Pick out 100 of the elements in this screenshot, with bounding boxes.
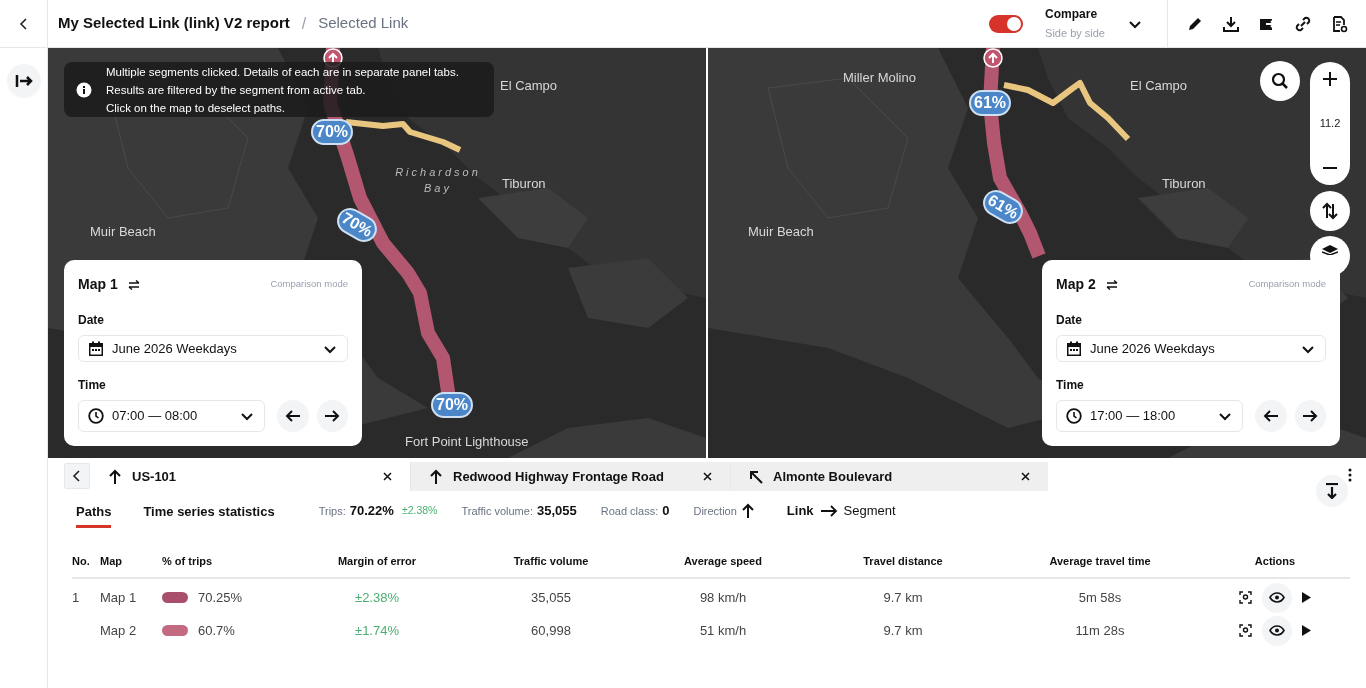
close-icon[interactable] — [383, 472, 392, 481]
swap-arrows-icon[interactable] — [1105, 279, 1118, 290]
breadcrumb-item[interactable]: Selected Link — [318, 12, 409, 35]
percentage-label: 70% — [431, 392, 473, 418]
stat-label: Direction — [693, 503, 737, 519]
compare-label: Compare — [1045, 6, 1099, 24]
table-cell-text: Map 2 — [100, 621, 138, 640]
calendar-icon — [1066, 340, 1082, 357]
stat-label: Road class: — [600, 503, 659, 519]
locate-on-map-icon[interactable] — [1239, 624, 1252, 637]
percentage-label: 70% — [311, 119, 353, 145]
arrow-up-icon — [429, 468, 443, 485]
arrow-right-icon — [819, 505, 838, 517]
collapse-down-icon — [1325, 483, 1339, 499]
map-view[interactable] — [48, 48, 706, 458]
table-cell-text: 51 km/h — [698, 621, 748, 640]
column-header: No. — [72, 553, 91, 569]
swap-arrows-icon[interactable] — [127, 279, 140, 290]
close-icon[interactable] — [1021, 472, 1030, 481]
place-label: Richardson Bay — [394, 165, 482, 196]
field-label: Date — [78, 312, 105, 329]
play-icon[interactable] — [1302, 625, 1311, 636]
segment-tab[interactable]: Almonte Boulevard — [730, 462, 1048, 491]
visibility-button[interactable] — [1262, 615, 1292, 646]
table-cell-text: 98 km/h — [698, 588, 748, 607]
column-header: % of trips — [162, 553, 214, 569]
panel-tab[interactable]: Paths — [76, 498, 112, 528]
map-title: Map 1 — [78, 275, 118, 294]
column-header: Actions — [1253, 553, 1297, 569]
next-time-button[interactable] — [1294, 400, 1326, 432]
download-icon[interactable] — [1222, 14, 1240, 33]
stat-value: 0 — [662, 502, 670, 521]
previous-time-button[interactable] — [277, 400, 309, 432]
link-icon[interactable] — [1294, 14, 1312, 33]
more-options-icon[interactable] — [1348, 468, 1352, 482]
collapse-panel-button[interactable] — [1316, 475, 1348, 507]
arrow-right-icon — [1302, 409, 1319, 423]
search-icon — [1271, 72, 1289, 90]
document-settings-icon[interactable] — [1330, 14, 1348, 33]
panel-tab[interactable]: Time series statistics — [143, 498, 275, 528]
visibility-button[interactable] — [1262, 582, 1292, 613]
table-cell-text: 9.7 km — [882, 621, 924, 640]
stat-margin: ±2.38% — [401, 503, 438, 519]
stat-label: Trips: — [318, 503, 346, 519]
place-label: Muir Beach — [748, 223, 814, 241]
arrow-up-icon — [108, 468, 122, 485]
stat-label: Traffic volume: — [461, 503, 533, 519]
segment-tab[interactable]: Redwood Highway Frontage Road — [410, 462, 730, 491]
breadcrumb-separator: / — [301, 13, 307, 34]
stat-value: 35,055 — [536, 502, 577, 521]
next-time-button[interactable] — [316, 400, 348, 432]
swap-vertical-icon — [1322, 202, 1338, 220]
place-label: El Campo — [500, 77, 558, 95]
arrow-left-icon — [284, 409, 301, 423]
column-header: Travel distance — [862, 553, 944, 569]
table-cell-text: 1 — [72, 588, 81, 607]
table-cell-text: ±2.38% — [354, 588, 400, 607]
arrow-right-icon — [324, 409, 341, 423]
table-cell-text: 60,998 — [530, 621, 572, 640]
calendar-icon — [88, 340, 104, 357]
arrow-left-icon — [1262, 409, 1279, 423]
table-cell-text: Map 1 — [100, 588, 138, 607]
time-dropdown[interactable]: 07:00 — 08:00 — [78, 400, 266, 432]
column-header: Traffic volume — [512, 553, 590, 569]
table-cell-text: 60.7% — [198, 621, 235, 640]
time-dropdown[interactable]: 17:00 — 18:00 — [1056, 400, 1244, 432]
percentage-label: 61% — [969, 90, 1011, 116]
eye-icon — [1269, 625, 1285, 636]
place-label: El Campo — [1130, 77, 1188, 95]
field-label: Time — [1056, 377, 1085, 394]
date-dropdown[interactable]: June 2026 Weekdays — [1056, 335, 1326, 362]
stat-value: 70.22% — [349, 502, 394, 521]
map-title: Map 2 — [1056, 275, 1096, 294]
compare-mode-text: Side by side — [1045, 26, 1105, 42]
tabs-back-button[interactable] — [64, 463, 90, 489]
route-start-marker — [983, 48, 1003, 68]
clock-icon — [1066, 408, 1082, 424]
close-icon[interactable] — [703, 472, 712, 481]
locate-on-map-icon[interactable] — [1239, 591, 1252, 604]
info-text: Click on the map to deselect paths. — [106, 100, 285, 116]
report-title: My Selected Link (link) V2 report — [58, 13, 290, 34]
compare-toggle[interactable] — [989, 14, 1024, 33]
field-label: Date — [1056, 312, 1083, 329]
zoom-in-button[interactable] — [1323, 72, 1337, 86]
clock-icon — [88, 408, 104, 424]
table-cell-text: 5m 58s — [1077, 588, 1123, 607]
previous-time-button[interactable] — [1255, 400, 1287, 432]
place-label: Tiburon — [1162, 175, 1206, 193]
place-label: Miller Molino — [843, 69, 916, 87]
expand-arrow-icon — [14, 74, 33, 88]
plus-icon — [1323, 72, 1337, 86]
zoom-level: 11.2 — [1319, 116, 1341, 132]
level-to-text: Segment — [843, 502, 896, 521]
expand-sidebar-button[interactable] — [6, 64, 41, 98]
column-header: Map — [100, 553, 123, 569]
date-dropdown[interactable]: June 2026 Weekdays — [78, 335, 348, 362]
play-icon[interactable] — [1302, 592, 1311, 603]
column-header: Average travel time — [1048, 553, 1152, 569]
field-label: Time — [78, 377, 107, 394]
map-view[interactable]: Miller Molino El Campo Tiburon Muir Beach 61% 61% 11.2 Map 2 Comparison mode Date June 2026 Weekdays Time 17:00 — 18:00 — [708, 48, 1366, 458]
